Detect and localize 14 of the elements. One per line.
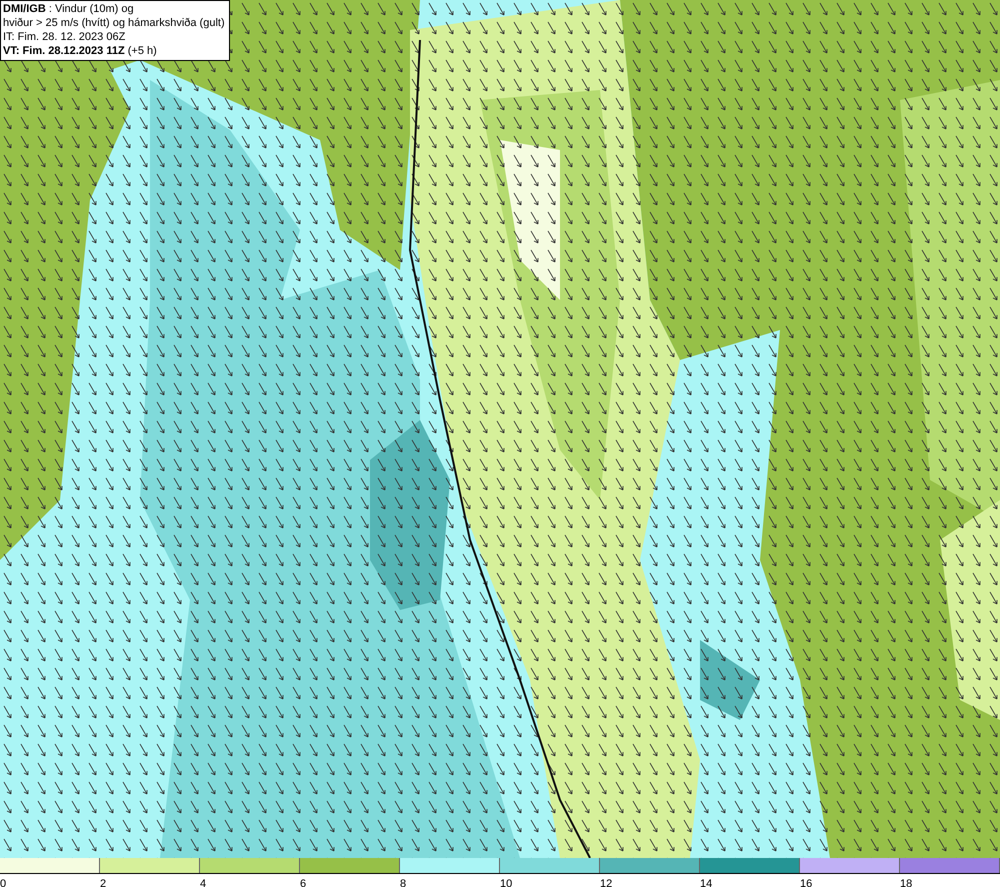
tick-label: 12 bbox=[600, 878, 612, 887]
tick-label: 18 bbox=[900, 878, 912, 887]
tick-label: 4 bbox=[200, 878, 206, 887]
tick-label: 6 bbox=[300, 878, 306, 887]
legend-text: DMI/IGB : Vindur (10m) og bbox=[3, 2, 135, 16]
tick-label: 8 bbox=[400, 878, 406, 887]
tick-label: 16 bbox=[800, 878, 812, 887]
tick-label: 0 bbox=[0, 878, 6, 887]
tick-label: 14 bbox=[700, 878, 712, 887]
tick-label: 2 bbox=[100, 878, 106, 887]
legend-text: IT: Fim. 28. 12. 2023 06Z bbox=[3, 30, 126, 44]
tick-label: 10 bbox=[500, 878, 512, 887]
legend-text: VT: Fim. 28.12.2023 11Z (+5 h) bbox=[3, 44, 158, 58]
legend-text: hviður > 25 m/s (hvítt) og hámarkshviða (gult) bbox=[3, 16, 225, 30]
